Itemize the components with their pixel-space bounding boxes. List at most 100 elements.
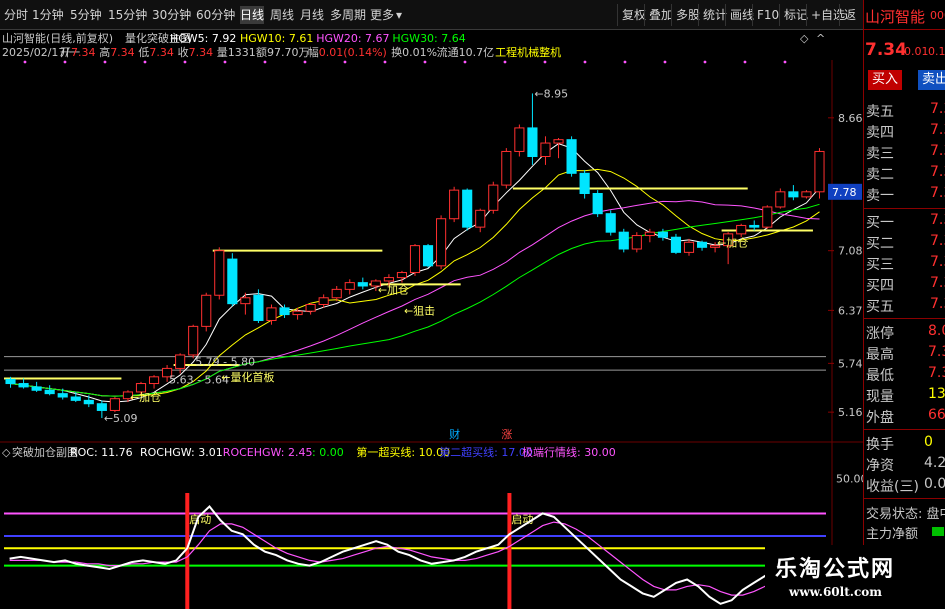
quote-value: 97.70万 xyxy=(267,46,310,59)
ask-price: 7.3 xyxy=(930,101,945,117)
candle-body xyxy=(357,282,368,287)
quote-label: 量 xyxy=(217,46,228,59)
candle-body xyxy=(201,294,212,327)
orderbook-divider xyxy=(864,208,945,209)
top-dot xyxy=(743,60,747,64)
trade-status: 交易状态: 盘中 xyxy=(866,507,945,522)
sub-legend-item: ROC: 11.76 xyxy=(70,446,133,459)
candle-body xyxy=(696,241,708,248)
ask-price: 7.3 xyxy=(930,122,945,138)
period-tab-10[interactable]: 更多 xyxy=(370,6,394,24)
stat-label: 涨停 xyxy=(866,326,894,342)
sub-collapse-icon[interactable]: ◇ xyxy=(2,446,11,459)
period-tab-9[interactable]: 多周期 xyxy=(330,6,366,24)
sell-button[interactable]: 卖出 xyxy=(918,70,945,90)
main-flow-label: 主力净额 xyxy=(866,527,919,542)
top-dot xyxy=(23,60,27,64)
quote-value: 7.34 xyxy=(71,46,96,59)
chart-annotation: ←8.95 xyxy=(534,87,568,100)
candle-body xyxy=(409,245,421,274)
candle-body xyxy=(462,189,473,228)
top-dot xyxy=(223,60,227,64)
bid-label: 买一 xyxy=(866,215,894,231)
sub-legend-item: ROCEHGW: 2.45 xyxy=(223,446,313,459)
candle-body xyxy=(214,250,225,296)
y-tick-label: 6.37 xyxy=(838,304,863,317)
candle-body xyxy=(436,218,447,267)
candle-body xyxy=(527,127,538,157)
candle-body xyxy=(579,172,590,194)
sub-indicator-name: 突破加仓副图 xyxy=(12,445,78,459)
period-tab-1[interactable]: 1分钟 xyxy=(32,6,64,24)
candle-body xyxy=(109,398,120,411)
price-row-divider xyxy=(864,29,945,30)
candle-body xyxy=(501,150,512,186)
period-tab-8[interactable]: 月线 xyxy=(300,6,324,24)
chart-annotation: 5.79 - 5.80 xyxy=(195,356,255,369)
stat2-label: 净资 xyxy=(866,458,894,474)
candle-body xyxy=(683,241,695,253)
stock-code: 00020 xyxy=(930,9,945,22)
candle-body xyxy=(814,150,825,193)
candle-body xyxy=(566,139,577,174)
candle-body xyxy=(31,386,42,391)
candle-body xyxy=(57,393,68,398)
stock-name[interactable]: 山河智能 xyxy=(865,6,925,27)
candle-body xyxy=(240,297,251,305)
candle-body xyxy=(618,231,629,250)
sub-y-tick-label: 50.00 xyxy=(836,473,863,486)
sub-legend-item: ROCHGW: 3.01 xyxy=(140,446,223,459)
stat-label: 最低 xyxy=(866,368,894,384)
bid-price: 7.3 xyxy=(930,212,945,228)
toolbar-button-8[interactable]: 返回 xyxy=(839,4,863,44)
stat-value: 7.3 xyxy=(928,365,945,381)
buy-button[interactable]: 买入 xyxy=(868,70,902,90)
candle-body xyxy=(775,191,786,208)
start-signal-label: 启动 xyxy=(511,513,533,526)
candle-body xyxy=(749,224,760,228)
stat-value: 7.3 xyxy=(928,344,945,360)
candle-body xyxy=(175,354,186,369)
diamond-icon[interactable]: ◇ xyxy=(800,32,809,45)
candle-body xyxy=(96,403,107,411)
bid-label: 买二 xyxy=(866,236,894,252)
candle-body xyxy=(331,288,342,299)
period-tab-4[interactable]: 30分钟 xyxy=(152,6,191,24)
period-tab-7[interactable]: 周线 xyxy=(270,6,294,24)
collapse-up-icon[interactable]: ^ xyxy=(816,32,825,45)
ma-legend-item: HGW20: 7.67 xyxy=(316,32,389,45)
quote-label: 高 xyxy=(99,45,110,59)
top-dot xyxy=(303,60,307,64)
quote-label: 幅 xyxy=(308,46,319,59)
sub-legend-item: 极端行情线: 30.00 xyxy=(522,445,616,459)
bid-price: 7.3 xyxy=(930,254,945,270)
bid-label: 买三 xyxy=(866,257,894,273)
top-dot xyxy=(263,60,267,64)
chart-annotation: 5.63 - 5.64 xyxy=(169,373,229,386)
candle-body xyxy=(266,307,277,321)
candle-body xyxy=(631,235,642,250)
period-tab-3[interactable]: 15分钟 xyxy=(108,6,147,24)
period-tab-0[interactable]: 分时 xyxy=(4,6,28,24)
top-dot xyxy=(623,60,627,64)
quote-value: 1331 xyxy=(228,46,256,59)
top-dot xyxy=(383,60,387,64)
ask-label: 卖四 xyxy=(866,125,894,141)
quote-label: 开 xyxy=(60,46,71,59)
candle-body xyxy=(188,325,199,356)
period-tab-6[interactable]: 日线 xyxy=(240,6,265,24)
top-dot xyxy=(463,60,467,64)
bid-label: 买四 xyxy=(866,278,894,294)
period-tab-5[interactable]: 60分钟 xyxy=(196,6,235,24)
stat2-value: 0.03 xyxy=(924,476,945,492)
bid-price: 7.3 xyxy=(930,275,945,291)
candle-body xyxy=(83,399,94,405)
top-dot xyxy=(423,60,427,64)
candle-body xyxy=(383,277,394,282)
chart-annotation: ←加仓 xyxy=(378,282,409,296)
more-dropdown-icon[interactable]: ▾ xyxy=(396,6,402,24)
candle-body xyxy=(449,189,460,220)
chart-annotation: ←加仓 xyxy=(130,390,161,404)
period-tab-2[interactable]: 5分钟 xyxy=(70,6,102,24)
y-tick-label: 8.66 xyxy=(838,112,863,125)
